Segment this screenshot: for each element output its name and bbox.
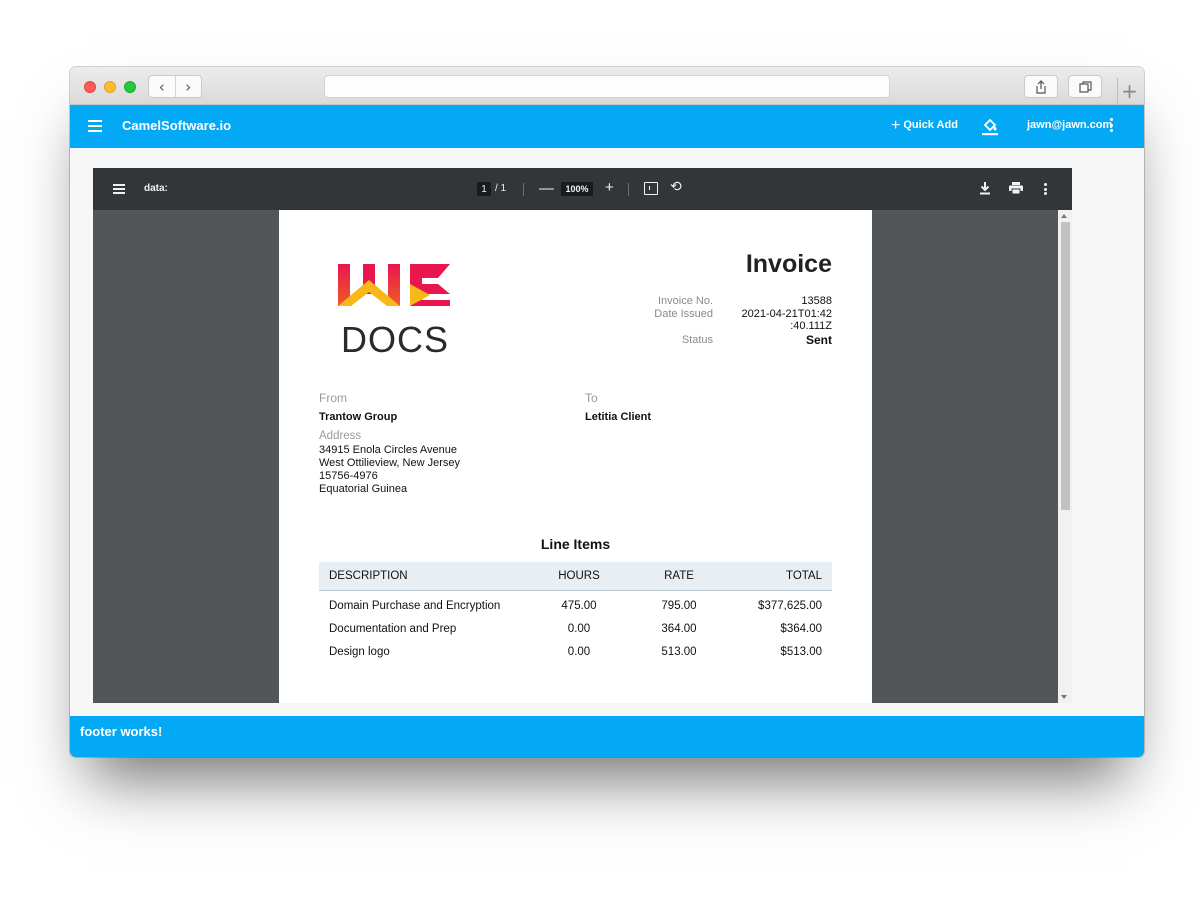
address-line: 34915 Enola Circles Avenue bbox=[319, 444, 458, 456]
column-header: HOURS bbox=[529, 562, 629, 591]
plus-icon: + bbox=[891, 116, 901, 134]
new-tab-button[interactable]: + bbox=[1117, 78, 1141, 104]
zoom-level-input[interactable]: 100% bbox=[561, 182, 593, 196]
table-cell: 364.00 bbox=[661, 622, 697, 635]
more-vert-icon[interactable] bbox=[1110, 118, 1114, 132]
forward-icon[interactable]: › bbox=[176, 76, 202, 97]
address-line: Equatorial Guinea bbox=[319, 483, 408, 495]
brand-name[interactable]: CamelSoftware.io bbox=[122, 118, 231, 133]
address-label: Address bbox=[319, 430, 362, 442]
history-nav: ‹ › bbox=[148, 75, 202, 98]
hamburger-menu-icon[interactable] bbox=[88, 120, 102, 132]
paint-bucket-icon[interactable] bbox=[980, 116, 1000, 136]
table-row: Domain Purchase and Encryption 475.00 79… bbox=[319, 590, 832, 617]
plus-icon: + bbox=[1121, 79, 1138, 103]
invoice-no-label: Invoice No. bbox=[657, 295, 713, 307]
to-label: To bbox=[585, 391, 598, 405]
pdf-menu-icon[interactable] bbox=[113, 184, 125, 194]
address-bar[interactable] bbox=[324, 75, 890, 98]
table-row: Design logo 0.00 513.00 $513.00 bbox=[319, 640, 832, 663]
table-cell: 475.00 bbox=[561, 599, 597, 612]
from-name: Trantow Group bbox=[319, 411, 398, 423]
status-label: Status bbox=[681, 334, 713, 346]
quick-add-label: Quick Add bbox=[903, 119, 958, 131]
date-issued-line1: 2021-04-21T01:42 bbox=[741, 308, 832, 320]
rotate-icon[interactable]: ⟲ bbox=[670, 179, 682, 195]
table-cell: 513.00 bbox=[661, 645, 697, 658]
line-items-title: Line Items bbox=[540, 536, 611, 552]
quick-add-button[interactable]: + Quick Add bbox=[891, 116, 958, 134]
line-items-table: DESCRIPTION HOURS RATE TOTAL Domain Purc… bbox=[319, 562, 832, 663]
status-badge: Sent bbox=[805, 333, 832, 347]
close-window-button[interactable] bbox=[84, 81, 96, 93]
address-line: West Ottilieview, New Jersey bbox=[319, 457, 461, 469]
table-cell: $364.00 bbox=[780, 622, 822, 635]
zoom-in-icon[interactable]: + bbox=[605, 179, 614, 196]
download-icon[interactable] bbox=[979, 181, 991, 195]
from-section: From Trantow Group Address 34915 Enola C… bbox=[319, 391, 460, 496]
back-icon[interactable]: ‹ bbox=[149, 76, 176, 97]
minimize-window-button[interactable] bbox=[104, 81, 116, 93]
invoice-title: Invoice bbox=[745, 250, 832, 278]
toolbar-divider bbox=[628, 183, 629, 196]
table-cell: 0.00 bbox=[567, 622, 591, 635]
date-issued-label: Date Issued bbox=[654, 308, 713, 320]
zoom-out-icon[interactable]: — bbox=[539, 180, 554, 197]
toolbar-divider bbox=[523, 183, 524, 196]
table-cell: Design logo bbox=[329, 645, 390, 658]
pdf-page: DOCS Invoice Invoice No. 13588 Date Issu… bbox=[279, 210, 872, 703]
fit-to-page-icon[interactable] bbox=[644, 182, 658, 195]
address-block: 34915 Enola Circles Avenue West Ottiliev… bbox=[319, 444, 460, 496]
footer-text: footer works! bbox=[80, 724, 163, 739]
share-button[interactable] bbox=[1024, 75, 1058, 98]
scrollbar-thumb[interactable] bbox=[1061, 222, 1070, 510]
maximize-window-button[interactable] bbox=[124, 81, 136, 93]
to-name: Letitia Client bbox=[585, 411, 652, 423]
webdocs-logo: DOCS bbox=[338, 264, 450, 354]
app-header: CamelSoftware.io + Quick Add jawn@jawn.c… bbox=[70, 105, 1144, 148]
share-icon bbox=[1036, 79, 1046, 94]
browser-window: ‹ › + CamelSoftware.io + Quick Add jawn@… bbox=[70, 67, 1144, 757]
table-cell: Documentation and Prep bbox=[329, 622, 457, 635]
pdf-title: data: bbox=[144, 183, 168, 194]
address-line: 15756-4976 bbox=[319, 470, 378, 482]
to-section: To Letitia Client bbox=[585, 391, 651, 423]
table-cell: 795.00 bbox=[661, 599, 697, 612]
page-count: / 1 bbox=[495, 183, 507, 194]
from-label: From bbox=[319, 391, 347, 405]
date-issued-line2: :40.111Z bbox=[790, 320, 832, 332]
column-header: TOTAL bbox=[729, 562, 832, 591]
table-header-row: DESCRIPTION HOURS RATE TOTAL bbox=[319, 562, 832, 591]
page-number-input[interactable]: 1 bbox=[477, 182, 491, 196]
scroll-up-icon[interactable] bbox=[1061, 214, 1067, 218]
table-cell: 0.00 bbox=[567, 645, 591, 658]
pdf-toolbar: data: 1 / 1 — 100% + ⟲ bbox=[93, 168, 1072, 210]
scroll-down-icon[interactable] bbox=[1061, 695, 1067, 699]
pdf-more-icon[interactable] bbox=[1044, 183, 1047, 195]
invoice-no-value: 13588 bbox=[801, 295, 832, 307]
print-icon[interactable] bbox=[1009, 182, 1023, 194]
logo-text: DOCS bbox=[341, 319, 449, 354]
user-email[interactable]: jawn@jawn.com bbox=[1027, 119, 1112, 131]
browser-titlebar: ‹ › + bbox=[70, 67, 1144, 105]
table-cell: Domain Purchase and Encryption bbox=[329, 599, 501, 612]
tab-overview-button[interactable] bbox=[1068, 75, 1102, 98]
app-footer: footer works! bbox=[70, 716, 1144, 757]
column-header: RATE bbox=[629, 562, 729, 591]
date-issued-value: 2021-04-21T01:42 :40.111Z bbox=[741, 308, 832, 332]
table-cell: $377,625.00 bbox=[758, 599, 822, 612]
table-cell: $513.00 bbox=[780, 645, 822, 658]
tabs-icon bbox=[1078, 80, 1092, 93]
pdf-scrollbar[interactable] bbox=[1058, 210, 1072, 703]
table-row: Documentation and Prep 0.00 364.00 $364.… bbox=[319, 617, 832, 640]
column-header: DESCRIPTION bbox=[319, 562, 529, 591]
pdf-viewer: data: 1 / 1 — 100% + ⟲ DOCS Invoice Invo… bbox=[93, 168, 1072, 703]
